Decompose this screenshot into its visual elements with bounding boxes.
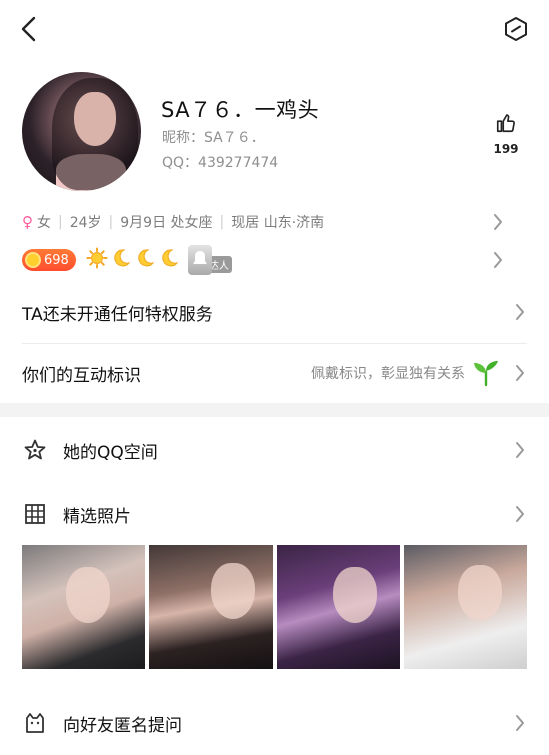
anonymous-question-label: 向好友匿名提问: [63, 715, 182, 736]
interaction-mark-row[interactable]: 你们的互动标识 佩戴标识，彰显独有关系: [0, 344, 549, 402]
back-button[interactable]: [14, 12, 44, 46]
female-icon: ♀: [22, 213, 33, 231]
privilege-row[interactable]: TA还未开通任何特权服务: [0, 283, 549, 341]
profile-header: SA７６．一鸡头 昵称：SA７６． QQ：439277474 199: [0, 66, 549, 196]
privilege-label: TA还未开通任何特权服务: [22, 304, 213, 325]
featured-photos-label: 精选照片: [63, 506, 131, 527]
level-badge: 698: [22, 249, 76, 271]
avatar[interactable]: [22, 72, 141, 191]
avatar-face: [74, 92, 116, 146]
age-text: 24岁: [69, 215, 102, 231]
chevron-right-icon: [513, 440, 527, 460]
featured-photos-row[interactable]: 精选照片: [0, 484, 549, 544]
chevron-right-icon: [513, 363, 527, 383]
chevron-right-icon: [513, 713, 527, 733]
cat-box-icon: [22, 710, 48, 736]
chevron-right-icon: [491, 250, 505, 270]
sun-icon: [86, 247, 108, 273]
more-options-button[interactable]: [501, 14, 531, 44]
chevron-left-icon: [21, 16, 36, 42]
profile-nickname: 昵称：SA７６．: [162, 130, 265, 146]
like-button[interactable]: 199: [489, 112, 523, 156]
basic-info-row[interactable]: ♀ 女 | 24岁 | 9月9日 处女座 | 现居 山东·济南: [22, 210, 527, 234]
moon-icon: [110, 247, 132, 273]
badge-row[interactable]: 698 达人: [22, 244, 527, 276]
photo-thumbnail[interactable]: [403, 545, 527, 669]
moon-icon: [134, 247, 156, 273]
separator: |: [219, 214, 225, 230]
photo-thumbnail[interactable]: [276, 545, 400, 669]
separator: |: [58, 214, 63, 230]
profile-qq-number: QQ：439277474: [162, 155, 279, 171]
sprout-icon: [471, 358, 501, 388]
photo-strip: [22, 545, 527, 669]
thumbs-up-icon: [496, 114, 515, 133]
anonymous-question-row[interactable]: 向好友匿名提问: [0, 693, 549, 753]
talent-badge: 达人: [187, 245, 232, 275]
chevron-right-icon: [513, 504, 527, 524]
profile-name: SA７６．一鸡头: [161, 98, 320, 122]
separator: |: [108, 214, 114, 230]
photo-thumbnail[interactable]: [22, 545, 146, 669]
like-count: 199: [493, 142, 519, 156]
birthday-text: 9月9日 处女座: [120, 215, 213, 231]
coin-icon: [25, 252, 41, 268]
level-number: 698: [44, 252, 69, 268]
section-gap: [0, 403, 549, 417]
interaction-mark-hint: 佩戴标识，彰显独有关系: [311, 366, 465, 382]
star-icon: [22, 437, 48, 463]
interaction-mark-label: 你们的互动标识: [22, 365, 141, 386]
top-bar: [0, 0, 549, 60]
talent-shield-icon: [187, 245, 212, 275]
chevron-right-icon: [491, 212, 505, 232]
photo-thumbnail[interactable]: [149, 545, 273, 669]
chevron-right-icon: [513, 302, 527, 322]
grid-icon: [22, 501, 48, 527]
gender-text: 女: [37, 215, 51, 231]
hexagon-menu-icon: [505, 17, 527, 41]
qzone-label: 她的QQ空间: [63, 442, 158, 463]
moon-icon: [158, 247, 180, 273]
qzone-row[interactable]: 她的QQ空间: [0, 420, 549, 480]
location-text: 现居 山东·济南: [231, 215, 325, 231]
